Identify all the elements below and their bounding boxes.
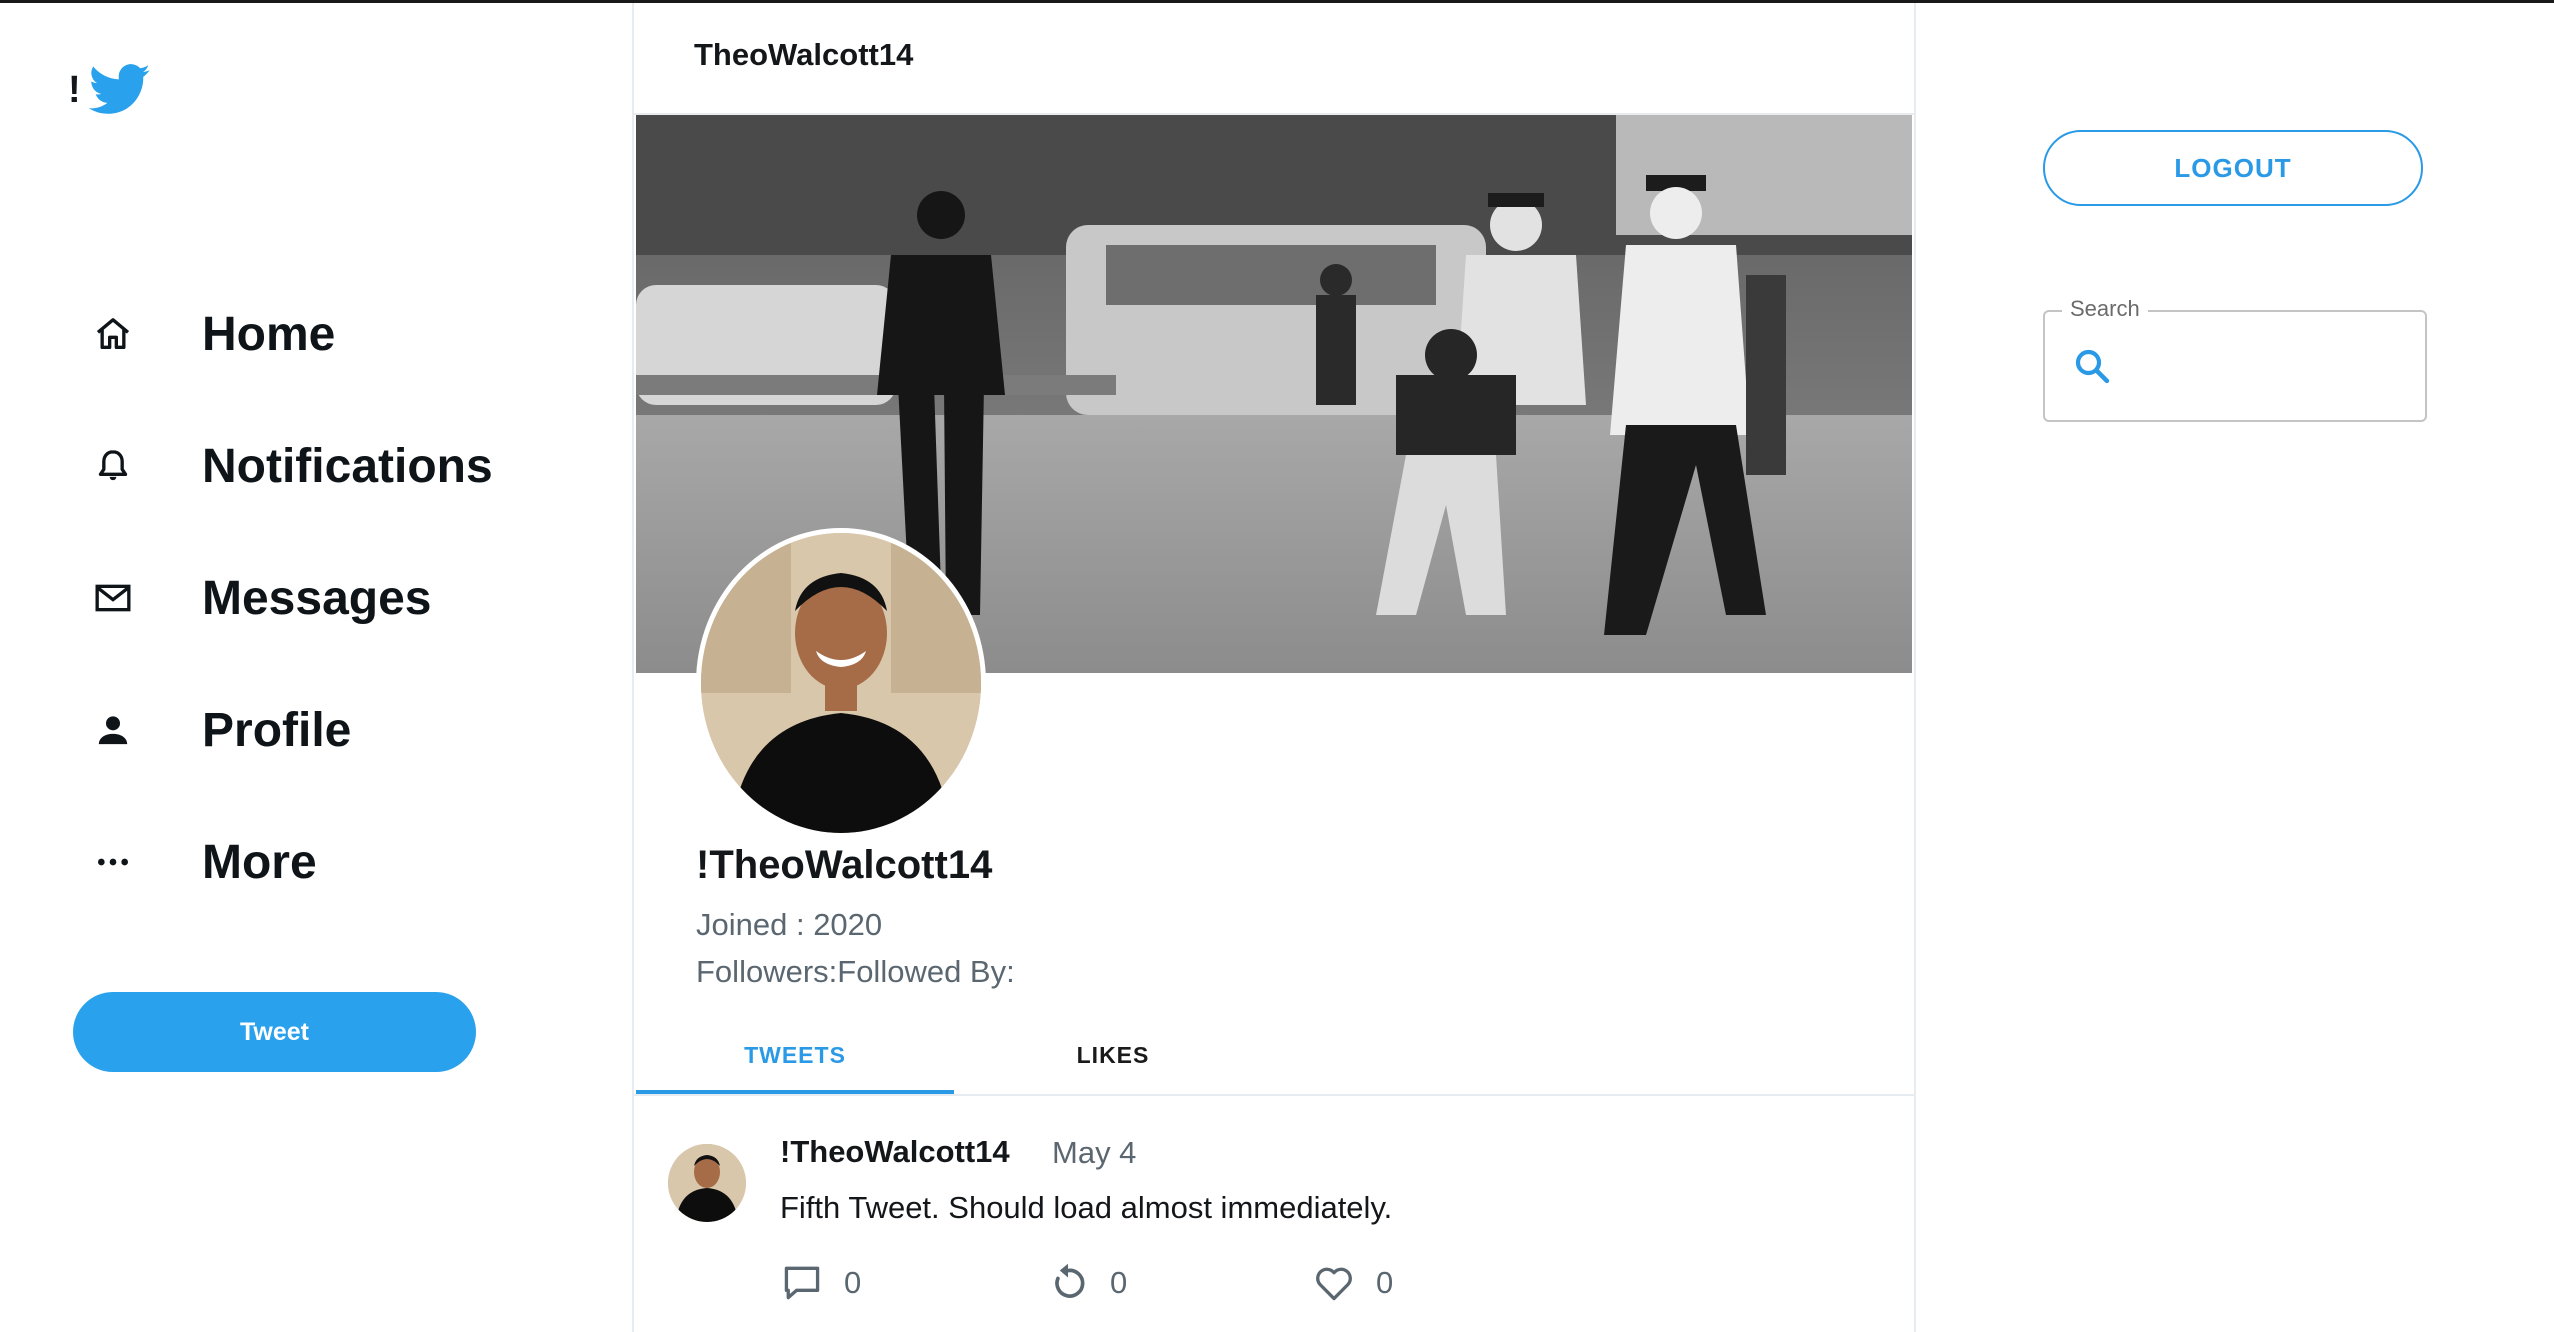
profile-name: !TheoWalcott14	[696, 843, 993, 887]
followers-info: Followers:Followed By:	[696, 954, 1015, 989]
search-input[interactable]	[2125, 340, 2409, 392]
comment-icon	[784, 1266, 820, 1300]
nav-notifications-label: Notifications	[202, 439, 493, 493]
tweet-date: May 4	[1052, 1135, 1137, 1170]
tweet-avatar[interactable]	[668, 1144, 746, 1222]
logout-button[interactable]: LOGOUT	[2043, 130, 2423, 206]
more-icon	[88, 837, 138, 887]
tab-tweets[interactable]: TWEETS	[636, 1019, 954, 1091]
like-action[interactable]: 0	[1312, 1261, 1393, 1305]
reply-count: 0	[844, 1265, 862, 1300]
twitter-bird-icon	[88, 64, 150, 114]
reply-action[interactable]: 0	[780, 1261, 861, 1305]
profile-column: TheoWalcott14 !TheoWalcott14 Joined: 20…	[632, 3, 1916, 1332]
nav-more[interactable]: More	[88, 822, 317, 902]
retweet-count: 0	[1110, 1265, 1128, 1300]
brand-logo[interactable]: !	[68, 64, 151, 116]
joined-date: Joined : 2020	[696, 907, 883, 942]
tab-likes[interactable]: LIKES	[954, 1019, 1272, 1091]
tweet-button[interactable]: Tweet	[73, 992, 476, 1072]
nav-messages[interactable]: Messages	[88, 558, 431, 638]
person-icon	[88, 705, 138, 755]
brand-prefix: !	[68, 69, 81, 111]
search-label: Search	[2062, 296, 2148, 322]
nav-home[interactable]: Home	[88, 294, 335, 374]
tweet-author[interactable]: !TheoWalcott14	[780, 1134, 1010, 1170]
home-icon	[88, 309, 138, 359]
heart-icon	[1316, 1267, 1352, 1301]
retweet-icon	[1055, 1263, 1085, 1298]
profile-avatar[interactable]	[696, 528, 986, 838]
retweet-action[interactable]: 0	[1046, 1261, 1127, 1305]
search-icon	[2075, 349, 2110, 384]
tweet-item[interactable]: !TheoWalcott14 May 4 Fifth Tweet. Should…	[634, 1096, 1914, 1332]
bell-icon	[88, 441, 138, 491]
like-count: 0	[1376, 1265, 1394, 1300]
page-title: TheoWalcott14	[694, 37, 914, 72]
mail-icon	[88, 573, 138, 623]
tweet-text: Fifth Tweet. Should load almost immediat…	[780, 1190, 1393, 1225]
nav-messages-label: Messages	[202, 571, 432, 625]
nav-notifications[interactable]: Notifications	[88, 426, 493, 506]
nav-profile[interactable]: Profile	[88, 690, 351, 770]
nav-more-label: More	[202, 835, 317, 889]
nav-home-label: Home	[202, 307, 336, 361]
nav-profile-label: Profile	[202, 703, 352, 757]
